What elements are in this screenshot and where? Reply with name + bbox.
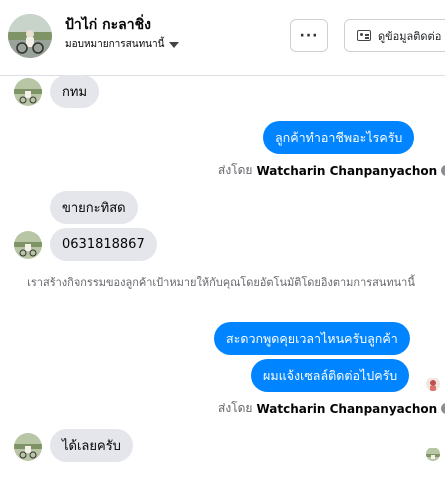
read-receipt-avatar (426, 377, 440, 391)
outgoing-message[interactable]: ผมแจ้งเซลล์ติดต่อไปครับ (251, 359, 410, 392)
incoming-message[interactable]: 0631818867 (50, 228, 157, 261)
outgoing-message[interactable]: ลูกค้าทำอาชีพอะไรครับ (263, 121, 415, 154)
contact-avatar[interactable] (8, 14, 52, 58)
contact-name[interactable]: ป้าไก่ กะลาชิ่ง (65, 14, 151, 36)
info-icon[interactable]: ? (441, 165, 445, 176)
view-contact-label: ดูข้อมูลติดต่อ (378, 29, 442, 43)
more-options-button[interactable]: ··· (290, 19, 328, 52)
sent-by-prefix: ส่งโดย (218, 401, 253, 415)
sender-avatar[interactable] (14, 433, 42, 461)
sender-avatar[interactable] (14, 78, 42, 106)
caret-down-icon (169, 41, 180, 48)
outgoing-message[interactable]: สะดวกพูดคุยเวลาไหนครับลูกค้า (214, 322, 410, 355)
incoming-message[interactable]: กทม (50, 75, 100, 108)
sent-by-label: ส่งโดย Watcharin Chanpanyachon ? (218, 399, 445, 418)
assign-label: มอบหมายการสนทนานี้ (65, 39, 165, 50)
info-icon[interactable]: ? (441, 403, 445, 414)
incoming-message[interactable]: ขายกะทิสด (50, 191, 138, 224)
seen-avatar (426, 447, 440, 461)
conversation-header: ป้าไก่ กะลาชิ่ง มอบหมายการสนทนานี้ ··· ด… (0, 0, 445, 76)
sender-avatar[interactable] (14, 231, 42, 259)
sender-name[interactable]: Watcharin Chanpanyachon (256, 402, 437, 416)
system-notice: เราสร้างกิจกรรมของลูกค้าเป้าหมายให้กับคุ… (27, 276, 415, 289)
view-contact-button[interactable]: ดูข้อมูลติดต่อ (344, 19, 445, 52)
sender-name[interactable]: Watcharin Chanpanyachon (256, 164, 437, 178)
sent-by-label: ส่งโดย Watcharin Chanpanyachon ? (218, 161, 445, 180)
assign-conversation-dropdown[interactable]: มอบหมายการสนทนานี้ (65, 37, 180, 52)
incoming-message[interactable]: ได้เลยครับ (50, 429, 133, 462)
sent-by-prefix: ส่งโดย (218, 163, 253, 177)
contact-card-icon (357, 30, 371, 41)
